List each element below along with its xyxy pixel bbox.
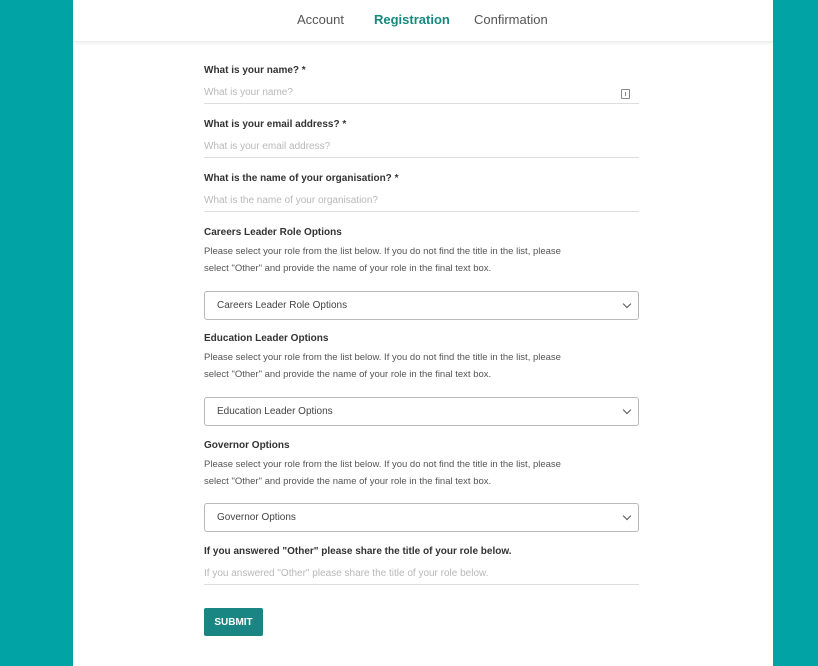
name-label: What is your name? * [204,65,306,76]
chevron-down-icon [622,299,632,309]
education-leader-label: Education Leader Options [204,333,329,344]
email-label: What is your email address? * [204,119,347,130]
chevron-down-icon [622,405,632,415]
left-teal-margin [0,0,78,666]
education-help-line-2: select "Other" and provide the name of y… [204,369,492,380]
careers-leader-selected: Careers Leader Role Options [217,300,348,311]
governor-help: Please select your role from the list be… [204,456,639,490]
careers-leader-help: Please select your role from the list be… [204,243,639,277]
name-field[interactable] [204,82,639,104]
education-leader-help: Please select your role from the list be… [204,349,639,383]
governor-label: Governor Options [204,440,290,451]
education-leader-selected: Education Leader Options [217,406,333,417]
education-leader-select[interactable]: Education Leader Options [204,397,639,426]
education-help-line-1: Please select your role from the list be… [204,352,561,363]
careers-leader-label: Careers Leader Role Options [204,227,342,238]
careers-help-line-2: select "Other" and provide the name of y… [204,263,492,274]
governor-selected: Governor Options [217,512,296,523]
other-role-field[interactable] [204,563,639,585]
step-tabs: Account Registration Confirmation [73,0,773,42]
other-role-label: If you answered "Other" please share the… [204,546,512,557]
right-teal-margin [768,0,818,666]
organisation-label: What is the name of your organisation? * [204,173,399,184]
tab-account[interactable]: Account [297,12,344,27]
email-field[interactable] [204,136,639,158]
governor-help-line-2: select "Other" and provide the name of y… [204,476,492,487]
organisation-field[interactable] [204,190,639,212]
careers-leader-select[interactable]: Careers Leader Role Options [204,291,639,320]
submit-button[interactable]: SUBMIT [204,608,263,636]
governor-select[interactable]: Governor Options [204,503,639,532]
chevron-down-icon [622,511,632,521]
tab-registration[interactable]: Registration [374,12,450,27]
governor-help-line-1: Please select your role from the list be… [204,459,561,470]
form-field-icon [621,89,630,99]
careers-help-line-1: Please select your role from the list be… [204,246,561,257]
registration-card: Account Registration Confirmation What i… [73,0,773,666]
tab-confirmation[interactable]: Confirmation [474,12,548,27]
